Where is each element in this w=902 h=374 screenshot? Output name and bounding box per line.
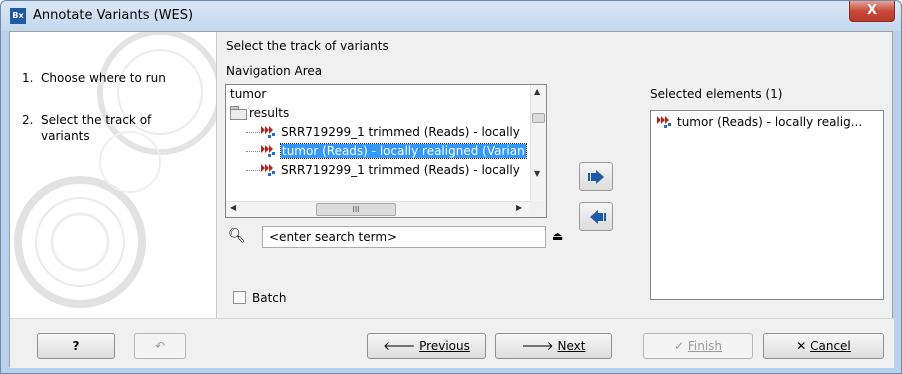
finish-button[interactable]: ✓ Finish	[643, 333, 753, 359]
variant-track-icon	[657, 115, 673, 128]
previous-button[interactable]: 🡐︎ Previous	[367, 333, 486, 359]
tree-item-variant[interactable]: SRR719299_1 trimmed (Reads) - locally	[246, 123, 520, 142]
navigation-area-label: Navigation Area	[226, 64, 323, 78]
search-placeholder: <enter search term>	[269, 230, 398, 244]
scroll-corner	[530, 201, 546, 217]
arrow-right-icon: 🡒︎	[521, 339, 554, 353]
batch-label: Batch	[252, 291, 287, 305]
selected-elements-list[interactable]: tumor (Reads) - locally realig...	[650, 110, 884, 300]
scroll-thumb[interactable]: III	[316, 203, 396, 216]
arrow-right-icon	[588, 170, 604, 184]
scroll-thumb[interactable]	[532, 113, 545, 123]
arrow-left-icon	[590, 210, 606, 224]
search-input[interactable]: <enter search term>	[262, 226, 546, 248]
search-icon[interactable]: 🔍︎	[228, 228, 246, 244]
variant-track-icon	[261, 125, 277, 138]
arrow-left-icon: 🡐︎	[383, 339, 416, 353]
finish-label: Finish	[687, 339, 723, 353]
folder-icon	[230, 106, 247, 120]
tree-connector	[246, 170, 260, 171]
tree-item-label: SRR719299_1 trimmed (Reads) - locally	[281, 163, 520, 177]
scroll-up-icon[interactable]: ▲	[534, 87, 540, 96]
tree-horizontal-scrollbar[interactable]: ◀ III ▶	[226, 201, 531, 217]
title-bar: Bx Annotate Variants (WES) X	[1, 1, 901, 31]
cancel-label: Cancel	[810, 339, 851, 353]
reset-button[interactable]: ↶	[134, 333, 186, 359]
selected-item-label: tumor (Reads) - locally realig...	[677, 115, 863, 129]
app-icon: Bx	[10, 8, 26, 24]
tree-viewport: tumor results SRR719299_1 trimmed (Reads…	[226, 85, 531, 202]
main-panel: Select the track of variants Navigation …	[218, 32, 894, 318]
selected-item[interactable]: tumor (Reads) - locally realig...	[657, 113, 862, 132]
x-icon: ✕	[796, 339, 807, 353]
dialog-footer: ? ↶ 🡐︎ Previous 🡒︎ Next ✓ Finish ✕ Cance…	[10, 318, 894, 368]
next-button[interactable]: 🡒︎ Next	[495, 333, 612, 359]
next-label: Next	[557, 339, 586, 353]
cancel-button[interactable]: ✕ Cancel	[763, 333, 884, 359]
checkmark-icon: ✓	[673, 339, 685, 353]
step-number: 2.	[22, 113, 34, 127]
close-button[interactable]: X	[849, 1, 895, 22]
step-number: 1.	[22, 71, 34, 85]
scroll-right-icon[interactable]: ▶	[516, 203, 522, 212]
variant-track-icon	[261, 163, 277, 176]
tree-vertical-scrollbar[interactable]: ▲ ▼	[530, 85, 546, 202]
previous-label: Previous	[419, 339, 470, 353]
remove-selected-button[interactable]	[579, 202, 613, 231]
tree-item-results-folder[interactable]: results	[230, 104, 289, 123]
scroll-left-icon[interactable]: ◀	[230, 203, 236, 212]
selected-elements-label: Selected elements (1)	[650, 87, 783, 101]
step-label: Select the track of variants	[41, 113, 152, 143]
tree-item-tumor[interactable]: tumor	[230, 85, 266, 104]
batch-checkbox[interactable]	[233, 291, 246, 304]
tree-item-variant[interactable]: SRR719299_1 trimmed (Reads) - locally	[246, 161, 520, 180]
wizard-steps-panel: 1. Choose where to run 2. Select the tra…	[10, 32, 217, 318]
tree-item-label: tumor	[230, 87, 267, 101]
reset-icon: ↶	[154, 339, 166, 353]
scroll-down-icon[interactable]: ▼	[534, 169, 540, 178]
tree-connector	[246, 151, 260, 152]
tree-item-variant-selected[interactable]: tumor (Reads) - locally realigned (Varia…	[246, 142, 527, 161]
dialog-client: 1. Choose where to run 2. Select the tra…	[9, 31, 894, 368]
window-title: Annotate Variants (WES)	[33, 8, 194, 23]
navigation-tree[interactable]: tumor results SRR719299_1 trimmed (Reads…	[225, 84, 547, 218]
add-selected-button[interactable]	[579, 162, 613, 191]
dialog-window: Bx Annotate Variants (WES) X 1. Choose w…	[0, 0, 902, 374]
help-button[interactable]: ?	[37, 333, 115, 359]
tree-connector	[246, 132, 260, 133]
tree-item-label: SRR719299_1 trimmed (Reads) - locally	[281, 125, 520, 139]
tree-item-label: tumor (Reads) - locally realigned (Varia…	[280, 143, 527, 159]
page-heading: Select the track of variants	[226, 39, 389, 53]
tree-item-label: results	[249, 106, 290, 120]
search-options-icon[interactable]: ⏏	[552, 229, 563, 243]
variant-track-icon	[261, 144, 277, 157]
step-label: Choose where to run	[41, 71, 166, 85]
